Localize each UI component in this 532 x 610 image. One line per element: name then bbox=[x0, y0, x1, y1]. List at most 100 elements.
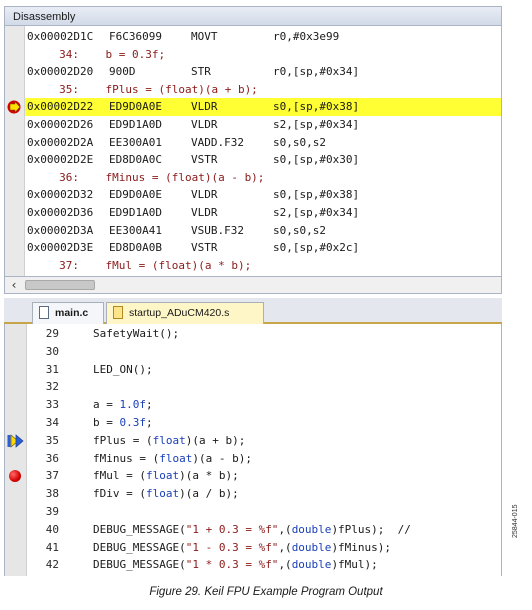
editor-gutter[interactable] bbox=[5, 324, 27, 576]
line-number: 32 bbox=[45, 380, 59, 394]
instruction-address: 0x00002D1C bbox=[27, 30, 94, 43]
instruction-address: 0x00002D3A bbox=[27, 223, 94, 237]
line-number: 36 bbox=[45, 451, 59, 465]
line-number: 29 bbox=[45, 327, 59, 340]
instruction-opcode: ED9D0A0E bbox=[109, 188, 162, 202]
instruction-mnemonic: STR bbox=[191, 65, 211, 79]
code-text: LED_ON(); bbox=[93, 362, 153, 376]
line-number: 37 bbox=[45, 469, 59, 483]
instruction-address: 0x00002D26 bbox=[27, 118, 94, 131]
disassembly-source-line[interactable]: 35: fPlus = (float)(a + b); bbox=[25, 81, 501, 99]
disassembly-gutter[interactable] bbox=[5, 26, 25, 276]
instruction-address: 0x00002D3E bbox=[27, 241, 94, 255]
line-number: 34 bbox=[45, 416, 59, 429]
disassembly-line[interactable]: 0x00002D36 ED9D1A0D VLDR s2,[sp,#0x34] bbox=[25, 204, 501, 222]
code-text: DEBUG_MESSAGE("1 / 0.3 = %f",(double)fDi… bbox=[59, 574, 378, 576]
instruction-opcode: ED9D1A0D bbox=[109, 118, 162, 131]
code-text: fPlus = (float)(a + b); bbox=[93, 433, 246, 447]
disassembly-view[interactable]: 0x00002D1C F6C36099 MOVT r0,#0x3e99 34: b = … bbox=[4, 26, 502, 276]
code-text: DEBUG_MESSAGE("1 * 0.3 = %f",(double)fMu… bbox=[93, 558, 378, 572]
editor-line[interactable]: 38 fDiv = (float)(a / b); bbox=[27, 485, 501, 503]
file-icon bbox=[39, 306, 49, 319]
instruction-opcode: F6C36099 bbox=[109, 30, 162, 43]
editor-line[interactable]: 32 bbox=[27, 378, 501, 396]
disassembly-line[interactable]: 0x00002D26 ED9D1A0D VLDR s2,[sp,#0x34] bbox=[25, 116, 501, 134]
editor-line[interactable]: 31 LED_ON(); bbox=[27, 361, 501, 379]
string-literal: "1 * 0.3 = %f" bbox=[185, 558, 279, 572]
tab-main-c[interactable]: main.c bbox=[32, 302, 104, 324]
source-line-number: 34: bbox=[59, 47, 79, 61]
instruction-mnemonic: VSTR bbox=[191, 241, 218, 255]
instruction-opcode: EE300A01 bbox=[109, 135, 162, 149]
disassembly-line[interactable]: 0x00002D22 ED9D0A0E VLDR s0,[sp,#0x38] bbox=[25, 98, 501, 116]
editor-line[interactable]: 40 DEBUG_MESSAGE("1 + 0.3 = %f",(double)f… bbox=[27, 521, 501, 539]
source-line-number: 37: bbox=[59, 258, 79, 272]
instruction-address: 0x00002D2A bbox=[27, 135, 94, 149]
tab-label: startup_ADuCM420.s bbox=[129, 307, 230, 319]
editor-line[interactable]: 37 fMul = (float)(a * b); bbox=[27, 467, 501, 485]
instruction-opcode: ED8D0A0C bbox=[109, 153, 162, 167]
disassembly-line[interactable]: 0x00002D2E ED8D0A0C VSTR s0,[sp,#0x30] bbox=[25, 151, 501, 169]
editor-line[interactable]: 43DEBUG_MESSAGE("1 / 0.3 = %f",(double)f… bbox=[27, 574, 501, 576]
instruction-mnemonic: VSTR bbox=[191, 153, 218, 167]
disassembly-line[interactable]: 0x00002D20 900D STR r0,[sp,#0x34] bbox=[25, 63, 501, 81]
execution-arrow-icon bbox=[7, 433, 24, 448]
source-editor[interactable]: 29 SafetyWait(); 30 31 LED_ON(); 32 33 a = 1.0f… bbox=[4, 324, 502, 576]
editor-line[interactable]: 36 fMinus = (float)(a - b); bbox=[27, 450, 501, 468]
instruction-address: 0x00002D22 bbox=[27, 100, 94, 114]
line-number: 43 bbox=[27, 574, 59, 576]
instruction-operands: s0,[sp,#0x2c] bbox=[273, 241, 360, 255]
editor-line[interactable]: 39 bbox=[27, 503, 501, 521]
line-number: 40 bbox=[45, 522, 59, 536]
editor-line[interactable]: 41 DEBUG_MESSAGE("1 - 0.3 = %f",(double)f… bbox=[27, 539, 501, 557]
current-instruction-arrow-icon bbox=[7, 100, 21, 114]
editor-line[interactable]: 35 fPlus = (float)(a + b); bbox=[27, 432, 501, 450]
disassembly-line[interactable]: 0x00002D32 ED9D0A0E VLDR s0,[sp,#0x38] bbox=[25, 186, 501, 204]
line-number: 42 bbox=[45, 558, 59, 572]
type-keyword: double bbox=[291, 540, 332, 554]
type-keyword: double bbox=[291, 558, 332, 572]
disassembly-line[interactable]: 0x00002D3E ED8D0A0B VSTR s0,[sp,#0x2c] bbox=[25, 239, 501, 257]
source-line-number: 35: bbox=[59, 82, 79, 96]
disassembly-source-line[interactable]: 37: fMul = (float)(a * b); bbox=[25, 257, 501, 275]
disassembly-hscrollbar[interactable]: ‹ bbox=[4, 276, 502, 294]
line-number: 33 bbox=[45, 398, 59, 412]
figure-caption: Figure 29. Keil FPU Example Program Outp… bbox=[149, 586, 383, 598]
instruction-operands: s2,[sp,#0x34] bbox=[273, 118, 360, 131]
scroll-thumb[interactable] bbox=[25, 280, 95, 290]
source-line-number: 36: bbox=[59, 170, 79, 184]
instruction-mnemonic: VSUB.F32 bbox=[191, 223, 244, 237]
disassembly-line[interactable]: 0x00002D1C F6C36099 MOVT r0,#0x3e99 bbox=[25, 28, 501, 46]
instruction-operands: r0,[sp,#0x34] bbox=[273, 65, 360, 79]
instruction-mnemonic: VLDR bbox=[191, 118, 218, 131]
instruction-opcode: ED9D0A0E bbox=[109, 100, 162, 114]
disassembly-line[interactable]: 0x00002D2A EE300A01 VADD.F32 s0,s0,s2 bbox=[25, 134, 501, 152]
instruction-mnemonic: MOVT bbox=[191, 30, 218, 43]
instruction-operands: s0,[sp,#0x38] bbox=[273, 188, 360, 202]
tab-startup-aducm420-s[interactable]: startup_ADuCM420.s bbox=[106, 302, 264, 324]
disassembly-source-line[interactable]: 36: fMinus = (float)(a - b); bbox=[25, 169, 501, 187]
line-number: 39 bbox=[45, 505, 59, 518]
editor-line[interactable]: 34 b = 0.3f; bbox=[27, 414, 501, 432]
code-text: SafetyWait(); bbox=[93, 327, 180, 340]
editor-line[interactable]: 29 SafetyWait(); bbox=[27, 325, 501, 343]
instruction-mnemonic: VADD.F32 bbox=[191, 135, 244, 149]
editor-line[interactable]: 30 bbox=[27, 343, 501, 361]
instruction-operands: s0,s0,s2 bbox=[273, 135, 326, 149]
editor-line[interactable]: 42 DEBUG_MESSAGE("1 * 0.3 = %f",(double)f… bbox=[27, 556, 501, 574]
type-keyword: float bbox=[152, 433, 186, 447]
code-text: fMul = (float)(a * b); bbox=[93, 469, 239, 483]
disassembly-source-line[interactable]: 34: b = 0.3f; bbox=[25, 46, 501, 64]
line-number: 31 bbox=[45, 362, 59, 376]
line-number: 30 bbox=[45, 344, 59, 358]
instruction-opcode: ED8D0A0B bbox=[109, 241, 162, 255]
instruction-opcode: EE300A41 bbox=[109, 223, 162, 237]
scroll-left-icon[interactable]: ‹ bbox=[7, 278, 21, 292]
instruction-opcode: ED9D1A0D bbox=[109, 206, 162, 219]
instruction-mnemonic: VLDR bbox=[191, 206, 218, 219]
disassembly-line[interactable]: 0x00002D3A EE300A41 VSUB.F32 s0,s0,s2 bbox=[25, 222, 501, 240]
numeric-literal: 1.0f bbox=[119, 398, 147, 412]
figure-side-code: 25844-015 bbox=[512, 504, 519, 538]
editor-line[interactable]: 33 a = 1.0f; bbox=[27, 396, 501, 414]
file-icon bbox=[113, 306, 123, 319]
